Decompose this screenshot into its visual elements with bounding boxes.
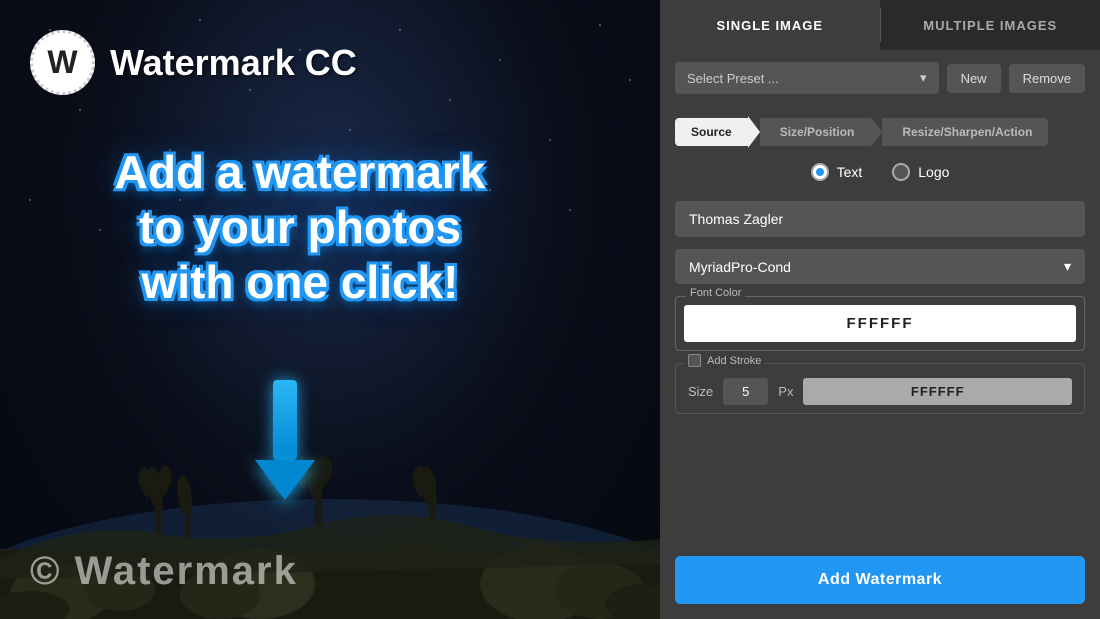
add-watermark-button[interactable]: Add Watermark: [675, 556, 1085, 604]
headline-block: Add a watermark to your photos with one …: [60, 145, 540, 311]
headline-text: Add a watermark to your photos with one …: [60, 145, 540, 311]
font-name-label: MyriadPro-Cond: [689, 259, 791, 275]
radio-row: Text Logo: [660, 153, 1100, 186]
sub-tab-source[interactable]: Source: [675, 118, 748, 146]
radio-logo-label: Logo: [918, 164, 949, 180]
stroke-size-input[interactable]: [723, 378, 768, 405]
radio-logo[interactable]: Logo: [892, 163, 949, 181]
app-name: Watermark CC: [110, 42, 357, 84]
logo-area: W Watermark CC: [30, 30, 357, 95]
arrow-down-icon: [255, 380, 315, 500]
bottom-watermark-text: © Watermark: [30, 549, 298, 594]
add-stroke-checkbox[interactable]: [688, 354, 701, 367]
font-chevron-icon: ▾: [1064, 258, 1071, 275]
add-stroke-label: Add Stroke: [707, 355, 761, 367]
stroke-controls-row: Size Px FFFFFF: [688, 378, 1072, 405]
arrow-shaft: [273, 380, 297, 460]
stroke-color-box[interactable]: FFFFFF: [803, 378, 1072, 405]
radio-text-circle: [811, 163, 829, 181]
headline-line1: Add a watermark: [60, 145, 540, 200]
radio-logo-circle: [892, 163, 910, 181]
sub-tab-resize-sharpen[interactable]: Resize/Sharpen/Action: [882, 118, 1048, 146]
tab-bar: SINGLE IMAGE MULTIPLE IMAGES: [660, 0, 1100, 50]
headline-line2: to your photos: [60, 200, 540, 255]
radio-text-label: Text: [837, 164, 863, 180]
preset-dropdown[interactable]: Select Preset ... ▾: [675, 62, 939, 94]
font-select-dropdown[interactable]: MyriadPro-Cond ▾: [675, 249, 1085, 284]
sub-tab-source-arrow: [748, 116, 760, 148]
headline-line3: with one click!: [60, 255, 540, 310]
logo-letter: W: [47, 44, 77, 81]
left-panel: W Watermark CC Add a watermark to your p…: [0, 0, 660, 619]
watermark-text-input[interactable]: [675, 201, 1085, 237]
stroke-px-label: Px: [778, 384, 793, 399]
tab-single-image[interactable]: SINGLE IMAGE: [660, 0, 880, 50]
tab-multiple-images[interactable]: MULTIPLE IMAGES: [881, 0, 1100, 50]
radio-text[interactable]: Text: [811, 163, 863, 181]
stroke-size-label: Size: [688, 384, 713, 399]
sub-tab-bar: Source Size/Position Resize/Sharpen/Acti…: [660, 106, 1100, 153]
right-panel: SINGLE IMAGE MULTIPLE IMAGES Select Pres…: [660, 0, 1100, 619]
font-color-preview[interactable]: FFFFFF: [684, 305, 1076, 342]
font-color-value: FFFFFF: [847, 315, 914, 332]
stroke-group: Add Stroke Size Px FFFFFF: [675, 363, 1085, 414]
font-color-group: Font Color FFFFFF: [675, 296, 1085, 351]
stroke-label-row: Add Stroke: [684, 354, 765, 367]
sub-tab-middle-arrow: [870, 116, 882, 148]
arrow-head: [255, 460, 315, 500]
form-area: MyriadPro-Cond ▾ Font Color FFFFFF Add S…: [660, 186, 1100, 546]
preset-row: Select Preset ... ▾ New Remove: [660, 50, 1100, 106]
new-preset-button[interactable]: New: [947, 64, 1001, 93]
stroke-color-value: FFFFFF: [911, 384, 965, 399]
font-color-label: Font Color: [686, 287, 745, 299]
remove-preset-button[interactable]: Remove: [1009, 64, 1085, 93]
sub-tab-size-position[interactable]: Size/Position: [760, 118, 871, 146]
logo-icon: W: [30, 30, 95, 95]
chevron-down-icon: ▾: [920, 70, 927, 86]
